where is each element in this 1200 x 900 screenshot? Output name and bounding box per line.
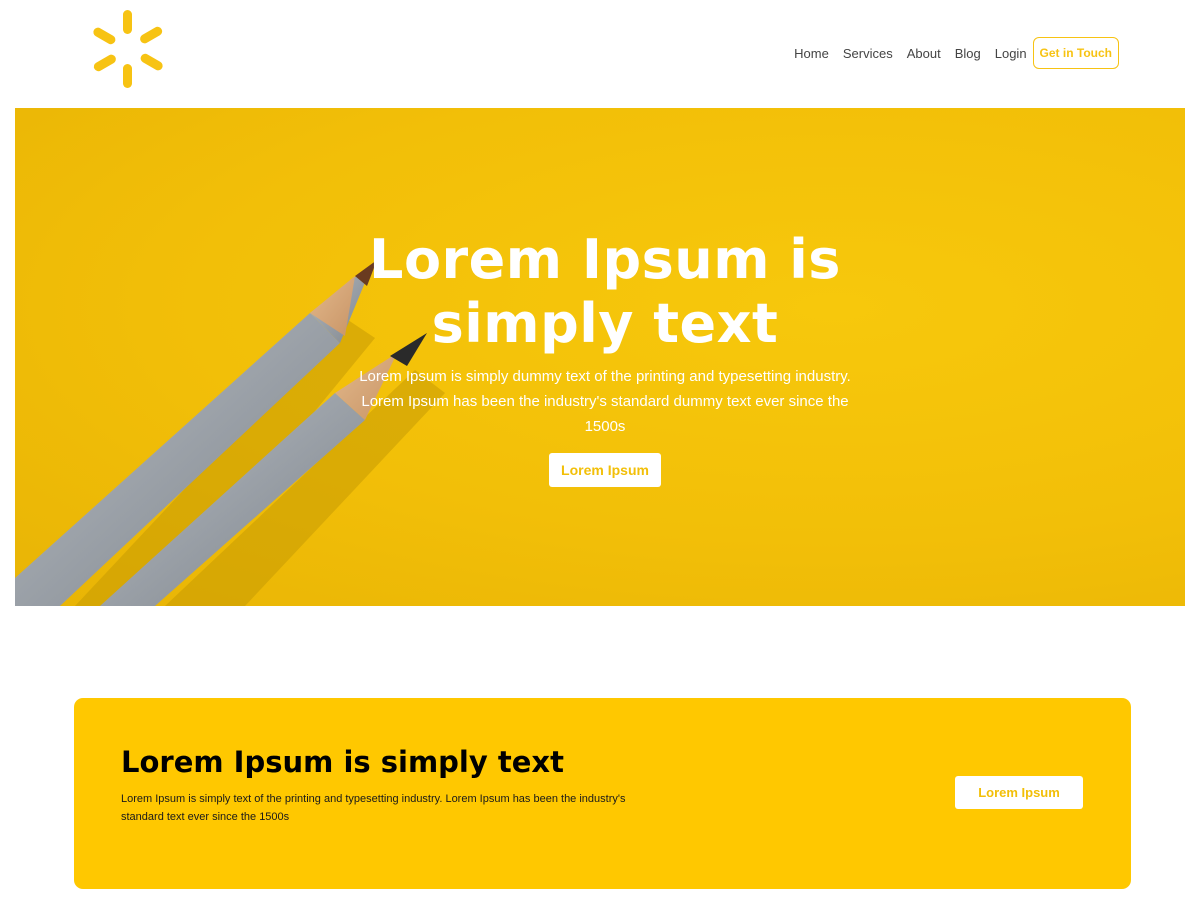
promo-banner: Lorem Ipsum is simply text Lorem Ipsum i… — [74, 698, 1131, 889]
nav-login-link[interactable]: Login — [995, 46, 1027, 61]
hero-description: Lorem Ipsum is simply dummy text of the … — [359, 368, 851, 435]
banner-cta-button[interactable]: Lorem Ipsum — [955, 776, 1083, 809]
get-in-touch-button[interactable]: Get in Touch — [1032, 37, 1119, 69]
spark-logo-icon[interactable] — [88, 8, 168, 92]
hero-title: Lorem Ipsum is simply text — [369, 228, 841, 355]
hero-section: Lorem Ipsum is simply text Lorem Ipsum i… — [15, 108, 1185, 606]
nav-home-link[interactable]: Home — [794, 46, 829, 61]
main-nav: Home Services About Blog Login Get in To… — [794, 37, 1119, 69]
banner-title: Lorem Ipsum is simply text — [121, 745, 564, 779]
nav-services-link[interactable]: Services — [843, 46, 893, 61]
site-header: Home Services About Blog Login Get in To… — [0, 0, 1200, 108]
nav-about-link[interactable]: About — [907, 46, 941, 61]
hero-content: Lorem Ipsum is simply text Lorem Ipsum i… — [345, 228, 865, 487]
banner-description: Lorem Ipsum is simply text of the printi… — [121, 793, 626, 823]
hero-cta-button[interactable]: Lorem Ipsum — [549, 453, 661, 487]
nav-blog-link[interactable]: Blog — [955, 46, 981, 61]
